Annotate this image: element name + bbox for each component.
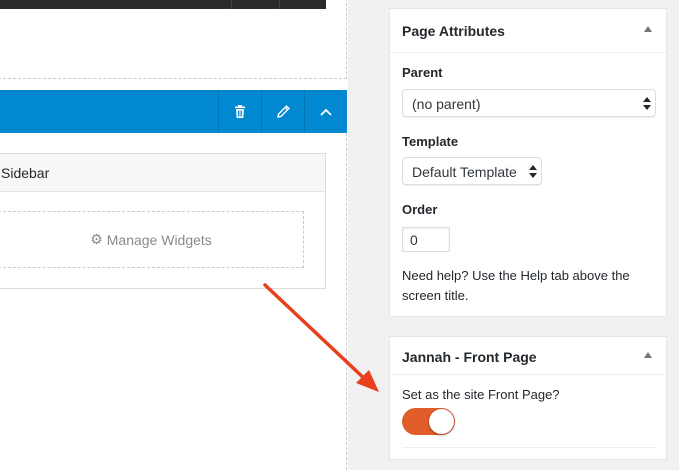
page-attributes-header[interactable]: Page Attributes <box>390 9 666 53</box>
sidebar-panel: Sidebar ⚙ Manage Widgets <box>0 153 326 289</box>
template-label: Template <box>402 134 459 149</box>
front-page-question: Set as the site Front Page? <box>402 387 560 402</box>
toggle-knob <box>429 409 454 434</box>
manage-widgets-link[interactable]: ⚙ Manage Widgets <box>0 211 304 268</box>
order-label: Order <box>402 202 438 217</box>
front-page-toggle[interactable] <box>402 408 455 435</box>
gear-icon: ⚙ <box>90 231 103 247</box>
select-arrows-icon <box>529 165 537 179</box>
template-select-value: Default Template <box>412 164 517 180</box>
edit-section-button[interactable] <box>261 90 304 133</box>
parent-select[interactable]: (no parent) <box>402 89 656 117</box>
template-select[interactable]: Default Template <box>402 157 542 185</box>
pencil-icon <box>276 105 290 118</box>
order-input[interactable]: 0 <box>402 227 450 252</box>
parent-select-value: (no parent) <box>412 96 481 112</box>
section-toolbar <box>0 90 347 133</box>
collapse-toggle-icon[interactable] <box>644 352 652 358</box>
collapse-toggle-icon[interactable] <box>644 26 652 32</box>
manage-widgets-label: Manage Widgets <box>106 231 212 248</box>
page-attributes-title: Page Attributes <box>402 23 505 39</box>
delete-section-button[interactable] <box>218 90 261 133</box>
chevron-up-icon <box>320 108 332 116</box>
select-arrows-icon <box>643 97 651 111</box>
front-page-title: Jannah - Front Page <box>402 349 537 365</box>
previous-section-dashed-box <box>0 0 347 79</box>
collapse-section-button[interactable] <box>304 90 347 133</box>
previous-section-toolbar <box>0 0 326 9</box>
help-text: Need help? Use the Help tab above the sc… <box>402 268 630 303</box>
parent-label: Parent <box>402 65 443 80</box>
annotation-arrow <box>263 283 379 392</box>
divider <box>402 447 656 448</box>
trash-icon <box>235 105 245 118</box>
page-attributes-metabox: Page Attributes Parent (no parent) Templ… <box>389 8 667 317</box>
sidebar-title: Sidebar <box>0 154 325 192</box>
front-page-metabox: Jannah - Front Page Set as the site Fron… <box>389 336 667 460</box>
front-page-header[interactable]: Jannah - Front Page <box>390 337 666 375</box>
